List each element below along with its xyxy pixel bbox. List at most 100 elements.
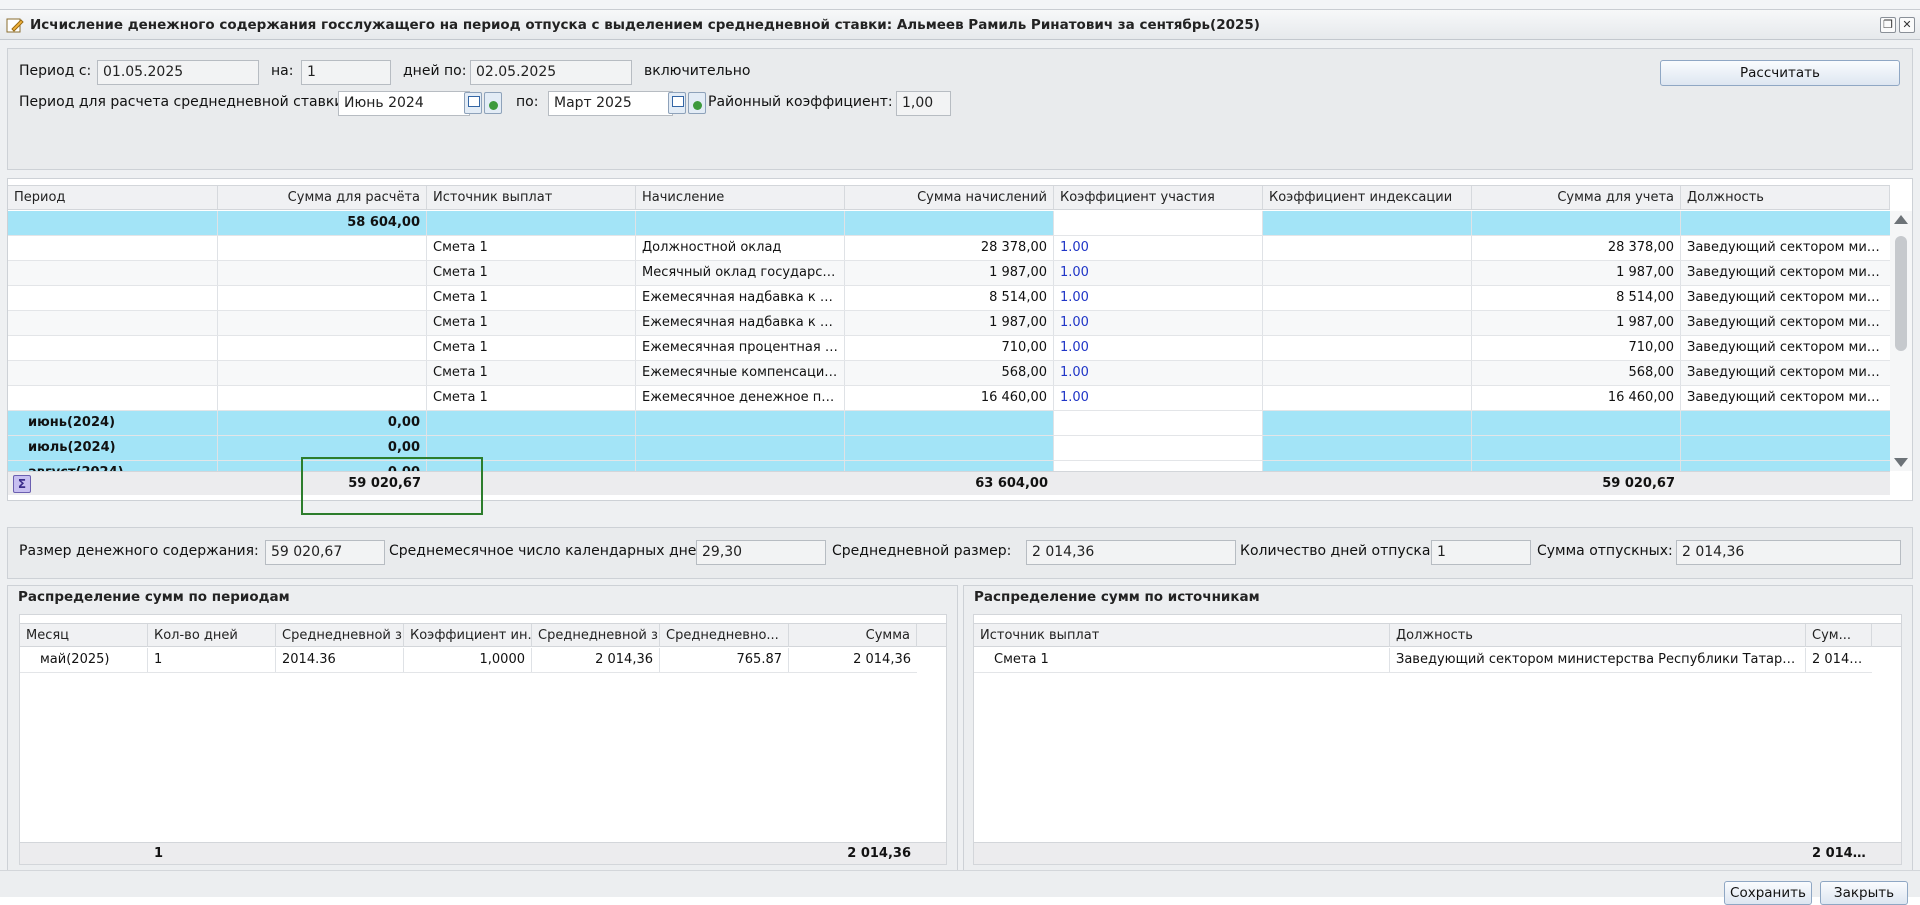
on-label: на: (271, 63, 294, 79)
avg-period-from-field[interactable]: Июнь 2024 (338, 91, 470, 116)
column-header[interactable]: Коэффициент ин... (404, 624, 532, 647)
group-row[interactable]: июнь(2024) 0,00 (8, 411, 1890, 436)
avg-period-to-field[interactable]: Март 2025 (548, 91, 673, 116)
vacation-days-field[interactable]: 1 (1431, 540, 1531, 565)
column-header[interactable]: Сумма начислений (845, 186, 1054, 209)
sum-cell: 2 014,36 (1812, 652, 1870, 667)
table-row[interactable]: Смета 1 Ежемесячная надбавка к дол... 8 51… (8, 286, 1890, 311)
column-header[interactable]: Коэффициент участия (1054, 186, 1263, 209)
indexation-coef-cell (1263, 261, 1472, 285)
column-header[interactable]: Месяц (20, 624, 148, 647)
table-row[interactable]: Смета 1 Месячный оклад государствен... 1 9… (8, 261, 1890, 286)
column-header[interactable]: Сумма для учета (1472, 186, 1681, 209)
empty-cell (1681, 211, 1890, 235)
column-header[interactable]: Источник выплат (974, 624, 1390, 647)
empty-cell (636, 436, 845, 460)
daily-field[interactable]: 2 014,36 (1026, 540, 1236, 565)
group-period-cell (8, 211, 218, 235)
periods-grid-header: Месяц Кол-во дней Среднедневной з... Коэ… (20, 623, 946, 647)
column-header[interactable]: Период (8, 186, 218, 209)
sum-cell: 2 014,36 (853, 652, 911, 667)
participation-coef-cell: 1.00 (1054, 261, 1263, 285)
avg-to-label: по: (516, 94, 539, 110)
group-period-cell: июль(2024) (8, 436, 218, 460)
scroll-thumb[interactable] (1895, 236, 1907, 351)
clear-date-icon[interactable] (688, 92, 706, 114)
column-header[interactable]: Начисление (636, 186, 845, 209)
days-count-field[interactable]: 1 (301, 60, 391, 85)
background-strip (0, 0, 1920, 10)
sum-calc-cell (218, 236, 427, 260)
scroll-down-icon[interactable] (1894, 458, 1908, 467)
amount-cell: 28 378,00 (845, 236, 1054, 260)
column-header[interactable]: Кол-во дней (148, 624, 276, 647)
total-days: 1 (154, 846, 164, 861)
empty-cell (845, 411, 1054, 435)
calendar-icon[interactable] (464, 92, 482, 114)
participation-coef-cell: 1.00 (1054, 361, 1263, 385)
vacation-sum-field[interactable]: 2 014,36 (1676, 540, 1901, 565)
table-row[interactable]: Смета 1 Ежемесячное денежное поощ... 16 46… (8, 386, 1890, 411)
table-row[interactable]: Смета 1 Заведующий сектором министерства… (974, 648, 1872, 673)
column-header[interactable]: Среднедневной з... (532, 624, 660, 647)
column-header[interactable]: Коэффициент индексации (1263, 186, 1472, 209)
scroll-up-icon[interactable] (1894, 215, 1908, 224)
position-cell: Заведующий сектором минист... (1687, 265, 1890, 280)
parameters-panel: Период с: 01.05.2025 на: 1 дней по: 02.0… (7, 48, 1913, 170)
days-cell: 1 (148, 648, 276, 672)
sum-calc-cell (218, 361, 427, 385)
empty-cell (845, 436, 1054, 460)
empty-cell (636, 411, 845, 435)
column-header[interactable]: Сумма для расчёта (218, 186, 427, 209)
column-header[interactable]: Среднедневно... (660, 624, 789, 647)
column-header[interactable]: Среднедневной з... (276, 624, 404, 647)
column-header[interactable]: Должность (1390, 624, 1806, 647)
column-header[interactable]: Должность (1681, 186, 1890, 209)
accrual-cell: Ежемесячная надбавка к дол... (636, 311, 845, 335)
total-amount: 63 604,00 (975, 476, 1048, 491)
empty-cell (1263, 411, 1472, 435)
amount-cell: 1 987,00 (845, 261, 1054, 285)
inclusive-label: включительно (644, 63, 751, 79)
clear-date-icon[interactable] (484, 92, 502, 114)
column-header[interactable]: Источник выплат (427, 186, 636, 209)
district-coef-field[interactable]: 1,00 (896, 91, 951, 116)
accrual-cell: Ежемесячная надбавка к дол... (636, 286, 845, 310)
table-row[interactable]: Смета 1 Должностной оклад 28 378,00 1.00 28 … (8, 236, 1890, 261)
table-row[interactable]: Смета 1 Ежемесячная надбавка к дол... 1 98… (8, 311, 1890, 336)
table-row[interactable]: май(2025) 1 2014.36 1,0000 2 014,36 765.… (20, 648, 917, 673)
amount-cell: 16 460,00 (845, 386, 1054, 410)
avg-days-field[interactable]: 29,30 (696, 540, 826, 565)
period-to-field[interactable]: 02.05.2025 (470, 60, 632, 85)
close-icon[interactable]: ✕ (1899, 17, 1915, 33)
period-from-label: Период с: (19, 63, 92, 79)
sources-grid-header: Источник выплат Должность Сум... (974, 623, 1901, 647)
empty-cell (1054, 211, 1263, 235)
period-from-field[interactable]: 01.05.2025 (97, 60, 259, 85)
table-row[interactable]: Смета 1 Ежемесячные компенсационн... 568,0… (8, 361, 1890, 386)
close-button[interactable]: Закрыть (1820, 881, 1908, 905)
sigma-icon[interactable]: Σ (13, 475, 31, 493)
empty-cell (427, 411, 636, 435)
calculate-button[interactable]: Рассчитать (1660, 60, 1900, 86)
column-header[interactable]: Сумма (789, 624, 917, 647)
calendar-icon[interactable] (668, 92, 686, 114)
group-row[interactable]: июль(2024) 0,00 (8, 436, 1890, 461)
group-row[interactable]: 58 604,00 (8, 211, 1890, 236)
vertical-scrollbar[interactable] (1890, 211, 1912, 471)
column-header[interactable]: Сум... (1806, 624, 1872, 647)
avg-days-label: Среднемесячное число календарных дней: (389, 543, 711, 559)
period-cell (8, 261, 218, 285)
save-button[interactable]: Сохранить (1724, 881, 1812, 905)
table-row[interactable]: Смета 1 Ежемесячная процентная над... 710,… (8, 336, 1890, 361)
restore-icon[interactable]: ❐ (1880, 17, 1896, 33)
salary-field[interactable]: 59 020,67 (265, 540, 385, 565)
period-cell (8, 311, 218, 335)
group-period-cell: июнь(2024) (8, 411, 218, 435)
index-coef-cell: 1,0000 (404, 648, 532, 672)
empty-cell (845, 211, 1054, 235)
highlight-annotation (301, 457, 483, 515)
indexation-coef-cell (1263, 386, 1472, 410)
source-cell: Смета 1 (427, 286, 636, 310)
position-cell: Заведующий сектором министерства Республ… (1390, 648, 1806, 672)
